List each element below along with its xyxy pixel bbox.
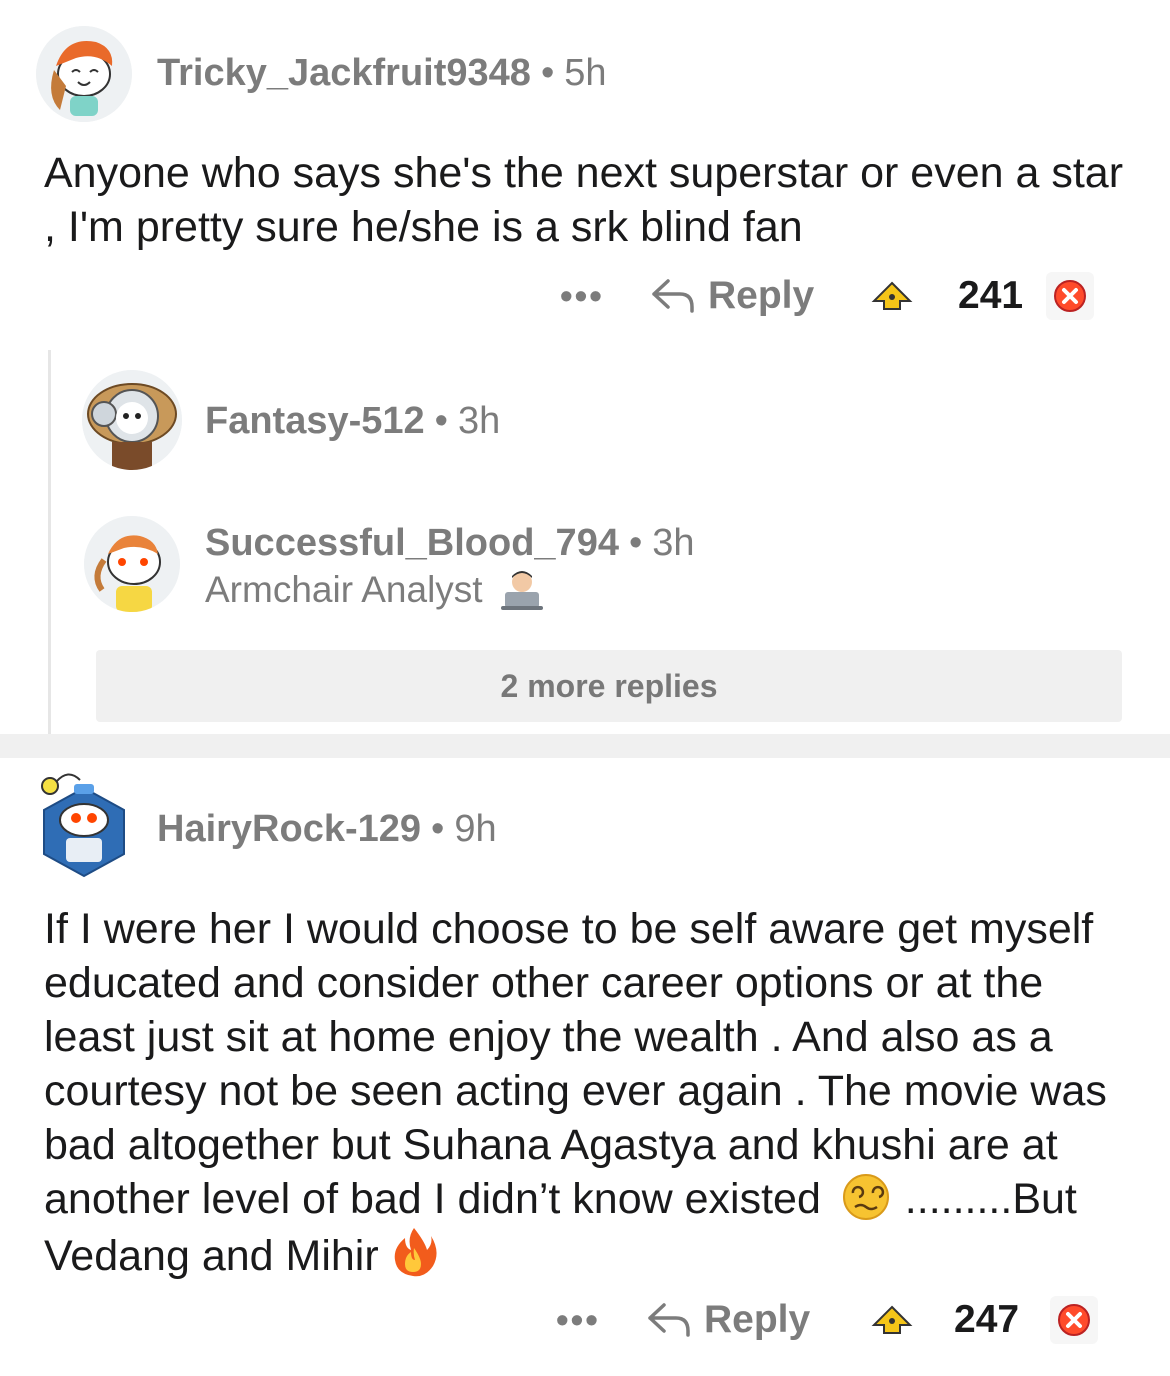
user-avatar[interactable]: [82, 370, 182, 470]
comment-body: If I were her I would choose to be self …: [44, 902, 1144, 1283]
upvote-icon: [871, 281, 913, 310]
comment-age: 3h: [457, 400, 501, 442]
more-replies-button[interactable]: 2 more replies: [96, 650, 1122, 722]
comment-meta: HairyRock-129 • 9h: [157, 808, 497, 851]
username[interactable]: HairyRock-129: [157, 808, 421, 850]
downvote-button[interactable]: [1050, 1296, 1098, 1344]
comment-actions: ••• Reply 241: [560, 266, 1100, 326]
vote-score: 247: [954, 1298, 1020, 1341]
upvote-button[interactable]: [870, 279, 958, 313]
downvote-icon: [1058, 1304, 1090, 1336]
vote-score: 241: [958, 274, 1024, 317]
comment-body: Anyone who says she's the next superstar…: [44, 149, 1124, 251]
meta-separator: •: [540, 52, 555, 94]
username[interactable]: Successful_Blood_794: [205, 522, 619, 564]
reply-button[interactable]: Reply: [650, 274, 870, 318]
dizzy-face-emoji-icon: [842, 1174, 889, 1220]
reply-arrow-icon: [648, 1303, 690, 1337]
fire-emoji-icon: [394, 1228, 437, 1277]
more-options-button[interactable]: •••: [556, 1299, 646, 1341]
reply-label: Reply: [704, 1298, 811, 1341]
comment-age: 9h: [454, 808, 497, 850]
reply-arrow-icon: [652, 279, 694, 313]
reply-meta: Successful_Blood_794 • 3h: [205, 522, 695, 565]
thread-line[interactable]: [48, 350, 51, 734]
downvote-icon: [1054, 280, 1086, 312]
comment-age: 3h: [652, 522, 695, 564]
comment-actions: ••• Reply 247: [556, 1290, 1100, 1350]
meta-separator: •: [431, 808, 445, 850]
user-avatar[interactable]: [36, 766, 132, 878]
reply-meta: Fantasy-512 • 3h: [205, 400, 500, 443]
username[interactable]: Fantasy-512: [205, 400, 425, 442]
upvote-button[interactable]: [870, 1303, 954, 1337]
user-avatar[interactable]: [84, 516, 180, 612]
comment-meta: Tricky_Jackfruit9348 • 5h: [157, 52, 607, 95]
user-avatar[interactable]: [36, 26, 132, 122]
user-flair: Armchair Analyst: [205, 568, 545, 612]
more-options-button[interactable]: •••: [560, 275, 650, 317]
flair-text: Armchair Analyst: [205, 569, 483, 610]
comment-age: 5h: [564, 52, 607, 94]
downvote-button[interactable]: [1046, 272, 1094, 320]
laptop-emoji-icon: [500, 571, 543, 610]
reply-button[interactable]: Reply: [646, 1298, 870, 1342]
reply-label: Reply: [708, 274, 815, 317]
upvote-icon: [871, 1305, 913, 1334]
meta-separator: •: [628, 522, 643, 564]
meta-separator: •: [434, 400, 448, 442]
comment-divider: [0, 734, 1170, 758]
username[interactable]: Tricky_Jackfruit9348: [157, 52, 531, 94]
